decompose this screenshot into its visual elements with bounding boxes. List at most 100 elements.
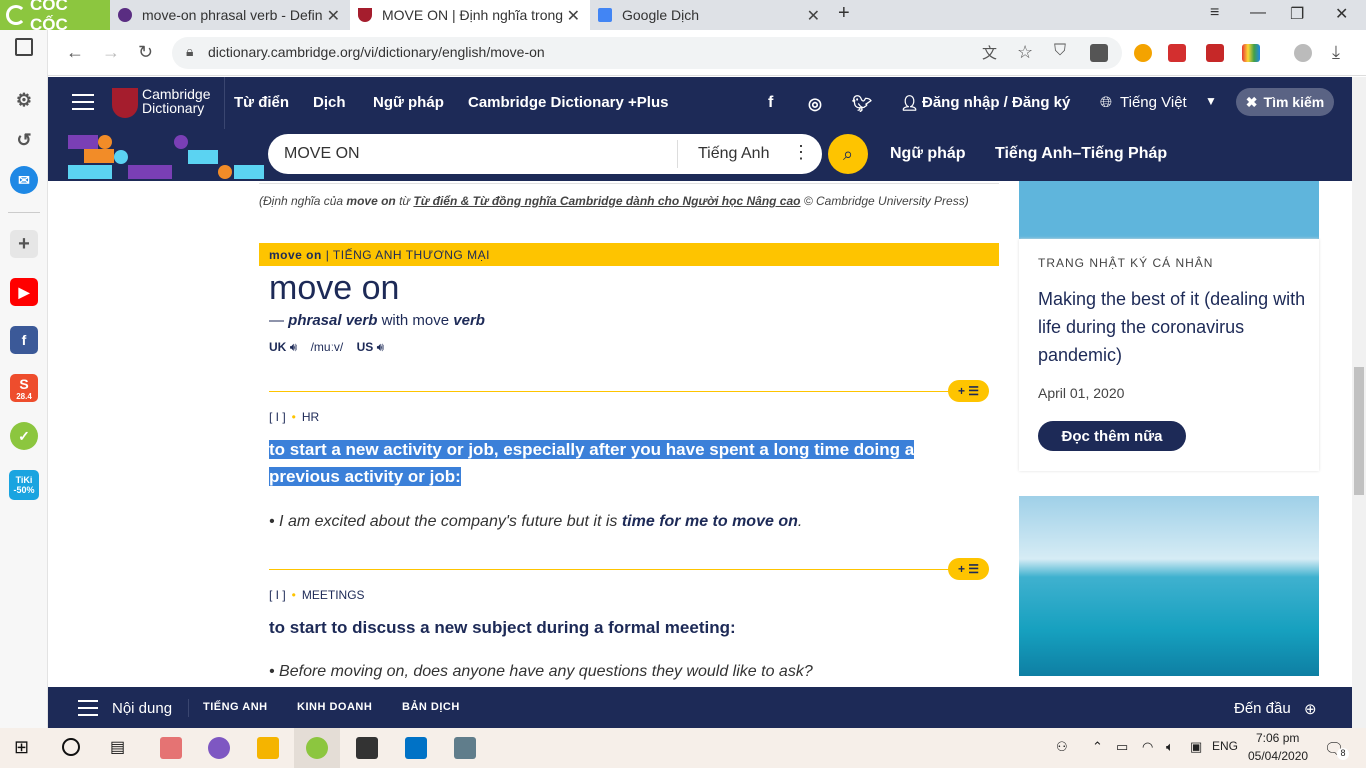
quick-link-en-fr[interactable]: Tiếng Anh–Tiếng Pháp [995, 145, 1167, 163]
nav-grammar[interactable]: Ngữ pháp [373, 94, 444, 111]
user-icon[interactable]: 👤︎ [900, 94, 919, 112]
site-brand[interactable]: Cambridge Dictionary [142, 87, 210, 115]
forward-icon[interactable]: → [102, 42, 120, 63]
downloads-icon[interactable]: ⤓ [1332, 42, 1340, 63]
coccoc-leaf-icon[interactable]: ✓ [10, 422, 38, 450]
divider [224, 77, 225, 129]
card-date: April 01, 2020 [1038, 385, 1125, 401]
reload-icon[interactable]: ↻ [138, 42, 153, 63]
nav-translate[interactable]: Dịch [313, 94, 346, 111]
card-title[interactable]: Making the best of it (dealing with life… [1038, 285, 1308, 369]
facebook-icon[interactable]: f [10, 326, 38, 354]
hamburger-icon[interactable] [72, 94, 94, 115]
task-view-icon[interactable]: ▤ [110, 737, 125, 757]
extension-icon[interactable] [1206, 44, 1224, 62]
dictionary-select[interactable]: Tiếng Anh [698, 145, 769, 163]
youtube-icon[interactable]: ▶ [10, 278, 38, 306]
source-link[interactable]: Từ điển & Từ đồng nghĩa Cambridge dành c… [413, 194, 800, 208]
globe-icon[interactable]: 🌐︎ [1100, 94, 1112, 111]
star-icon[interactable]: ☆ [1017, 42, 1033, 63]
translate-icon[interactable]: 文 [982, 42, 997, 63]
close-icon[interactable]: ✕ [327, 6, 340, 26]
search-button[interactable]: ⌕ [828, 134, 868, 174]
settings-icon[interactable]: ⚙ [10, 86, 38, 114]
download-icon[interactable] [1090, 44, 1108, 62]
page-scrollbar[interactable] [1352, 77, 1366, 728]
tab-menu-icon[interactable]: ≡ [1210, 4, 1219, 22]
clock-time[interactable]: 7:06 pm [1256, 731, 1299, 745]
cambridge-logo[interactable] [112, 88, 138, 118]
ad-image[interactable] [1019, 496, 1319, 676]
minimize-button[interactable]: — [1250, 4, 1266, 22]
maximize-button[interactable]: ❐ [1290, 4, 1304, 24]
search-toggle-button[interactable]: ✖ Tìm kiếm [1236, 88, 1334, 116]
add-icon[interactable]: + [10, 230, 38, 258]
coccoc-logo[interactable]: CỐC CỐC [0, 0, 110, 34]
clock-date[interactable]: 05/04/2020 [1248, 749, 1308, 763]
volume-icon[interactable]: 🔈︎ [1166, 739, 1174, 755]
hamburger-icon[interactable] [78, 700, 98, 721]
battery-icon[interactable]: ▭ [1116, 739, 1128, 755]
speaker-icon[interactable]: 🔊︎ [377, 340, 385, 354]
messenger-icon[interactable]: ✉ [10, 166, 38, 194]
toc-link[interactable]: Nội dung [112, 700, 172, 717]
outlook-icon[interactable] [405, 737, 427, 759]
add-to-list-button[interactable]: + ☰ [948, 380, 989, 402]
app-icon[interactable] [160, 737, 182, 759]
facebook-icon[interactable]: f [768, 94, 773, 112]
cambridge-icon [358, 8, 372, 22]
coccoc-icon[interactable] [306, 737, 328, 759]
wifi-icon[interactable]: ◠ [1142, 739, 1153, 755]
speaker-icon[interactable]: 🔊︎ [290, 340, 298, 354]
shopee-icon[interactable]: S 28.4 [10, 374, 38, 402]
shield-icon[interactable]: ⛉ [1054, 42, 1066, 60]
scrollbar-thumb[interactable] [1354, 367, 1364, 495]
history-icon[interactable]: ↺ [10, 126, 38, 154]
new-tab-button[interactable]: + [838, 2, 850, 25]
chevron-up-icon[interactable]: ⌃ [1092, 739, 1103, 755]
add-to-list-button[interactable]: + ☰ [948, 558, 989, 580]
login-link[interactable]: Đăng nhập / Đăng ký [922, 94, 1070, 111]
nav-plus[interactable]: Cambridge Dictionary +Plus [468, 94, 668, 111]
extension-icon[interactable] [1134, 44, 1152, 62]
close-window-button[interactable]: ✕ [1335, 4, 1348, 24]
search-box[interactable]: MOVE ON Tiếng Anh ⋮ [268, 134, 822, 174]
url-field[interactable]: 🔒︎ dictionary.cambridge.org/vi/dictionar… [172, 37, 1122, 69]
tab-cambridge[interactable]: MOVE ON | Định nghĩa trong ✕ [350, 0, 590, 30]
section-translation[interactable]: BẢN DỊCH [402, 701, 460, 713]
display-icon[interactable]: ▣ [1190, 739, 1202, 755]
windows-start-icon[interactable]: ⊞ [14, 737, 29, 758]
close-icon[interactable]: ✕ [567, 6, 580, 26]
file-explorer-icon[interactable] [257, 737, 279, 759]
part-of-speech: — phrasal verb with move verb [269, 312, 485, 329]
avatar[interactable] [1294, 44, 1312, 62]
new-badge-icon[interactable] [1168, 44, 1186, 62]
close-icon[interactable]: ✕ [807, 6, 820, 26]
back-to-top-link[interactable]: Đến đầu [1234, 700, 1291, 717]
search-input[interactable]: MOVE ON [284, 145, 360, 163]
nav-dictionary[interactable]: Từ điển [234, 94, 289, 111]
tab-oxford[interactable]: move-on phrasal verb - Defin ✕ [110, 0, 350, 30]
extension-icon[interactable] [1242, 44, 1260, 62]
read-more-button[interactable]: Đọc thêm nữa [1038, 421, 1186, 451]
app-icon[interactable] [208, 737, 230, 759]
section-business[interactable]: KINH DOANH [297, 701, 372, 713]
app-icon[interactable] [356, 737, 378, 759]
people-icon[interactable]: ⚇ [1056, 739, 1068, 755]
more-icon[interactable]: ⋮ [792, 142, 810, 163]
language-select[interactable]: Tiếng Việt [1120, 94, 1187, 111]
tab-google-translate[interactable]: Google Dịch ✕ [590, 0, 830, 30]
arrow-up-icon[interactable]: ⊕ [1304, 700, 1317, 718]
article-image[interactable] [1019, 181, 1319, 239]
chevron-down-icon[interactable]: ▼ [1205, 94, 1217, 108]
search-icon[interactable] [62, 738, 80, 756]
section-english[interactable]: TIẾNG ANH [203, 701, 268, 713]
quick-link-grammar[interactable]: Ngữ pháp [890, 145, 966, 163]
tiki-icon[interactable]: TiKi -50% [9, 470, 39, 500]
twitter-icon[interactable]: 🐦︎ [852, 94, 872, 114]
instagram-icon[interactable]: ◎ [808, 94, 822, 114]
input-language[interactable]: ENG [1212, 739, 1238, 753]
panel-icon[interactable] [15, 38, 33, 56]
back-icon[interactable]: ← [66, 42, 84, 63]
app-icon[interactable] [454, 737, 476, 759]
